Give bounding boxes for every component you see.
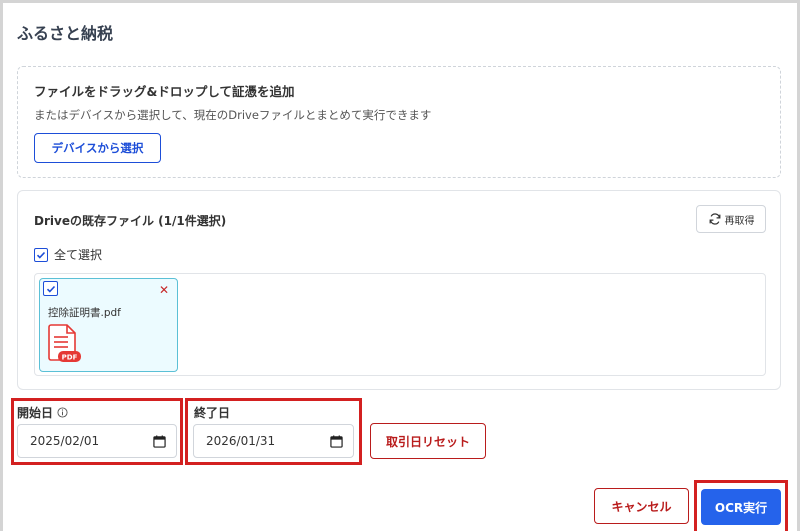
ocr-run-button[interactable]: OCR実行 [701, 489, 781, 525]
file-checkbox[interactable] [43, 281, 58, 296]
file-card[interactable]: ✕ 控除証明書.pdf PDF [39, 278, 178, 372]
select-from-device-button[interactable]: デバイスから選択 [34, 133, 161, 163]
refresh-label: 再取得 [724, 215, 755, 227]
dialog-title: ふるさと納税 [17, 24, 114, 43]
select-all-checkbox[interactable]: 全て選択 [34, 246, 102, 263]
drive-file-list: ✕ 控除証明書.pdf PDF [34, 273, 766, 376]
end-date-input[interactable]: 2026/01/31 [193, 424, 354, 458]
pdf-badge-text: PDF [62, 354, 78, 362]
reset-transaction-date-button[interactable]: 取引日リセット [370, 423, 486, 459]
end-date-label: 終了日 [194, 406, 231, 420]
file-dropzone[interactable]: ファイルをドラッグ&ドロップして証憑を追加 またはデバイスから選択して、現在のD… [17, 66, 781, 178]
file-name: 控除証明書.pdf [48, 307, 121, 319]
drive-files-panel: Driveの既存ファイル (1/1件選択) 再取得 全て選択 ✕ 控除証明書.p… [17, 190, 781, 390]
dropzone-subtitle: またはデバイスから選択して、現在のDriveファイルとまとめて実行できます [34, 108, 432, 122]
start-date-value: 2025/02/01 [30, 434, 100, 448]
refresh-icon [709, 213, 720, 225]
remove-file-icon[interactable]: ✕ [159, 284, 169, 296]
info-icon[interactable] [57, 407, 68, 418]
select-all-label: 全て選択 [54, 248, 103, 262]
drive-files-title: Driveの既存ファイル (1/1件選択) [34, 214, 227, 228]
pdf-file-icon: PDF [48, 324, 81, 362]
cancel-button[interactable]: キャンセル [594, 488, 689, 524]
dropzone-title: ファイルをドラッグ&ドロップして証憑を追加 [34, 84, 295, 99]
start-date-input[interactable]: 2025/02/01 [17, 424, 177, 458]
calendar-icon[interactable] [153, 434, 166, 448]
end-date-value: 2026/01/31 [206, 434, 276, 448]
start-date-label-text: 開始日 [17, 406, 54, 420]
start-date-label: 開始日 [17, 404, 68, 421]
calendar-icon[interactable] [330, 434, 343, 448]
checkbox-checked-icon [34, 247, 48, 262]
refresh-button[interactable]: 再取得 [696, 205, 766, 233]
